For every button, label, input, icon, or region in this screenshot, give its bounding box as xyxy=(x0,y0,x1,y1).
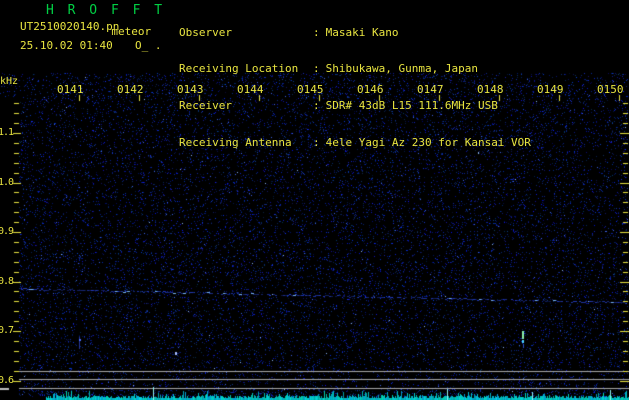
colon-separator: : xyxy=(313,99,320,113)
station-info: Observer: Masaki Kano Receiving Location:… xyxy=(179,2,531,174)
hrofft-screen: H R O F F T UT2510020140.pnmeteor 25.10.… xyxy=(0,0,629,400)
info-value: SDR# 43dB L15 111.6MHz USB xyxy=(325,99,498,113)
info-row-location: Receiving Location: Shibukawa, Gunma, Jap… xyxy=(179,62,531,76)
colon-separator: : xyxy=(313,62,320,76)
app-title: H R O F F T xyxy=(46,3,166,18)
info-value: 4ele Yagi Az 230 for Kansai VOR xyxy=(325,136,531,150)
echo-counter: O_ . xyxy=(135,39,162,52)
info-label: Receiving Location xyxy=(179,62,299,76)
freq-axis-unit: kHz xyxy=(0,76,19,87)
output-filename: UT2510020140.pnmeteor xyxy=(20,20,151,37)
filename-text: UT2510020140.pn xyxy=(20,20,120,33)
observation-mode-label: meteor xyxy=(111,25,152,38)
info-row-receiver: Receiver: SDR# 43dB L15 111.6MHz USB xyxy=(179,99,531,113)
info-value: Shibukawa, Gunma, Japan xyxy=(325,62,478,76)
info-label: Observer xyxy=(179,25,232,39)
info-row-observer: Observer: Masaki Kano xyxy=(179,25,531,39)
info-row-antenna: Receiving Antenna:4ele Yagi Az 230 for K… xyxy=(179,136,531,150)
datetime-text: 25.10.02 01:40 xyxy=(20,39,113,52)
timestamp: 25.10.02 01:40 O_ . xyxy=(20,39,162,52)
info-label: Receiving Antenna xyxy=(179,136,292,150)
colon-separator: : xyxy=(313,136,320,150)
colon-separator: : xyxy=(313,25,320,39)
info-value: Masaki Kano xyxy=(325,25,399,39)
info-label: Receiver xyxy=(179,99,232,113)
